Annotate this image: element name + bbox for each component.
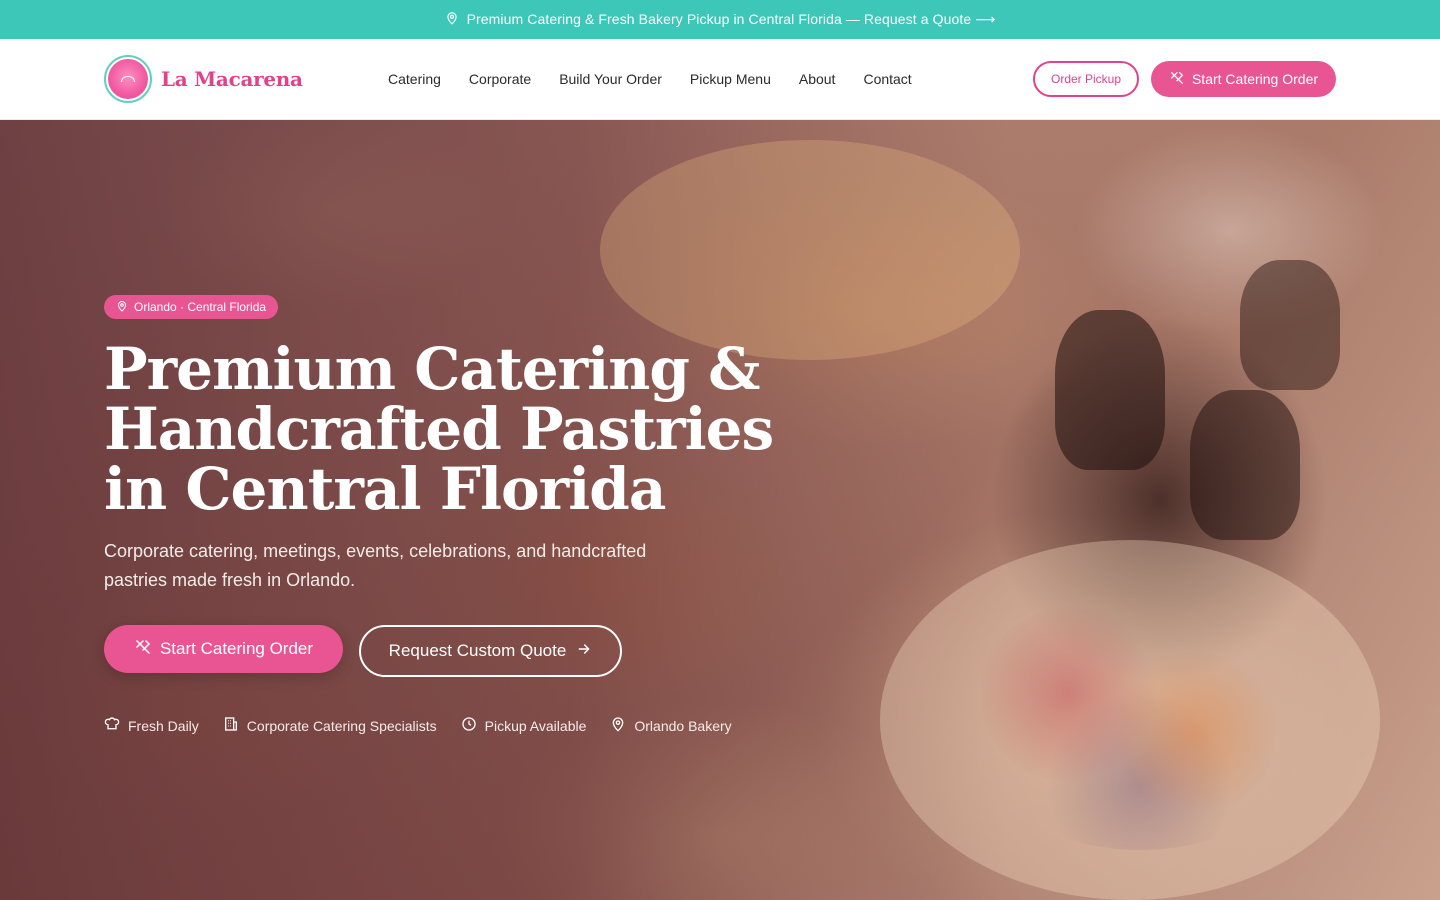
order-pickup-button[interactable]: Order Pickup xyxy=(1033,61,1139,97)
feature-label: Pickup Available xyxy=(484,717,587,734)
building-icon xyxy=(223,716,239,735)
arrow-right-icon xyxy=(576,641,592,662)
hero-section: Orlando · Central Florida Premium Cateri… xyxy=(0,120,1440,900)
nav-item-build-your-order[interactable]: Build Your Order xyxy=(559,71,662,87)
map-pin-icon xyxy=(445,11,459,28)
main-menu: Catering Corporate Build Your Order Pick… xyxy=(388,39,912,119)
hero-headline: Premium Catering & Handcrafted Pastries … xyxy=(104,335,774,523)
location-pill: Orlando · Central Florida xyxy=(104,295,279,319)
order-pickup-label: Order Pickup xyxy=(1050,72,1122,86)
utensils-icon xyxy=(1169,70,1185,89)
feature-label: Fresh Daily xyxy=(128,717,199,734)
nav-start-catering-label: Start Catering Order xyxy=(1191,71,1319,87)
hero-content: Orlando · Central Florida Premium Cateri… xyxy=(104,295,824,595)
feature-label: Orlando Bakery xyxy=(634,717,732,734)
request-custom-quote-label: Request Custom Quote xyxy=(388,641,567,660)
nav-item-catering[interactable]: Catering xyxy=(388,71,441,87)
brand-logo-link[interactable]: La Macarena xyxy=(104,55,303,103)
nav-start-catering-button[interactable]: Start Catering Order xyxy=(1151,61,1336,97)
hero-subhead: Corporate catering, meetings, events, ce… xyxy=(104,541,647,590)
logo-badge xyxy=(104,55,152,103)
feature-label: Corporate Catering Specialists xyxy=(246,717,437,734)
location-pill-text: Orlando · Central Florida xyxy=(134,300,267,314)
feature-corporate-specialists: Corporate Catering Specialists xyxy=(223,716,437,735)
nav-item-about[interactable]: About xyxy=(799,71,836,87)
feature-orlando-bakery: Orlando Bakery xyxy=(610,716,732,735)
nav-item-pickup-menu[interactable]: Pickup Menu xyxy=(690,71,771,87)
top-navigation: La Macarena Catering Corporate Build You… xyxy=(0,39,1440,120)
map-pin-icon xyxy=(116,300,128,315)
hero-start-catering-button[interactable]: Start Catering Order xyxy=(104,625,343,673)
nav-item-contact[interactable]: Contact xyxy=(863,71,911,87)
feature-pickup-available: Pickup Available xyxy=(461,716,587,735)
logo-mark xyxy=(108,59,148,99)
nav-item-corporate[interactable]: Corporate xyxy=(469,71,531,87)
map-pin-icon xyxy=(610,716,626,735)
announcement-bar[interactable]: Premium Catering & Fresh Bakery Pickup i… xyxy=(0,0,1440,39)
request-custom-quote-button[interactable]: Request Custom Quote xyxy=(359,625,622,677)
hero-start-catering-label: Start Catering Order xyxy=(159,639,314,658)
clock-icon xyxy=(461,716,477,735)
hero-features: Fresh Daily Corporate Catering Specialis… xyxy=(104,716,732,735)
feature-fresh-daily: Fresh Daily xyxy=(104,716,199,735)
brand-name: La Macarena xyxy=(161,67,303,91)
chef-hat-mark xyxy=(121,75,135,82)
chef-hat-icon xyxy=(104,716,120,735)
announcement-text: Premium Catering & Fresh Bakery Pickup i… xyxy=(466,11,996,27)
utensils-icon xyxy=(134,638,152,661)
